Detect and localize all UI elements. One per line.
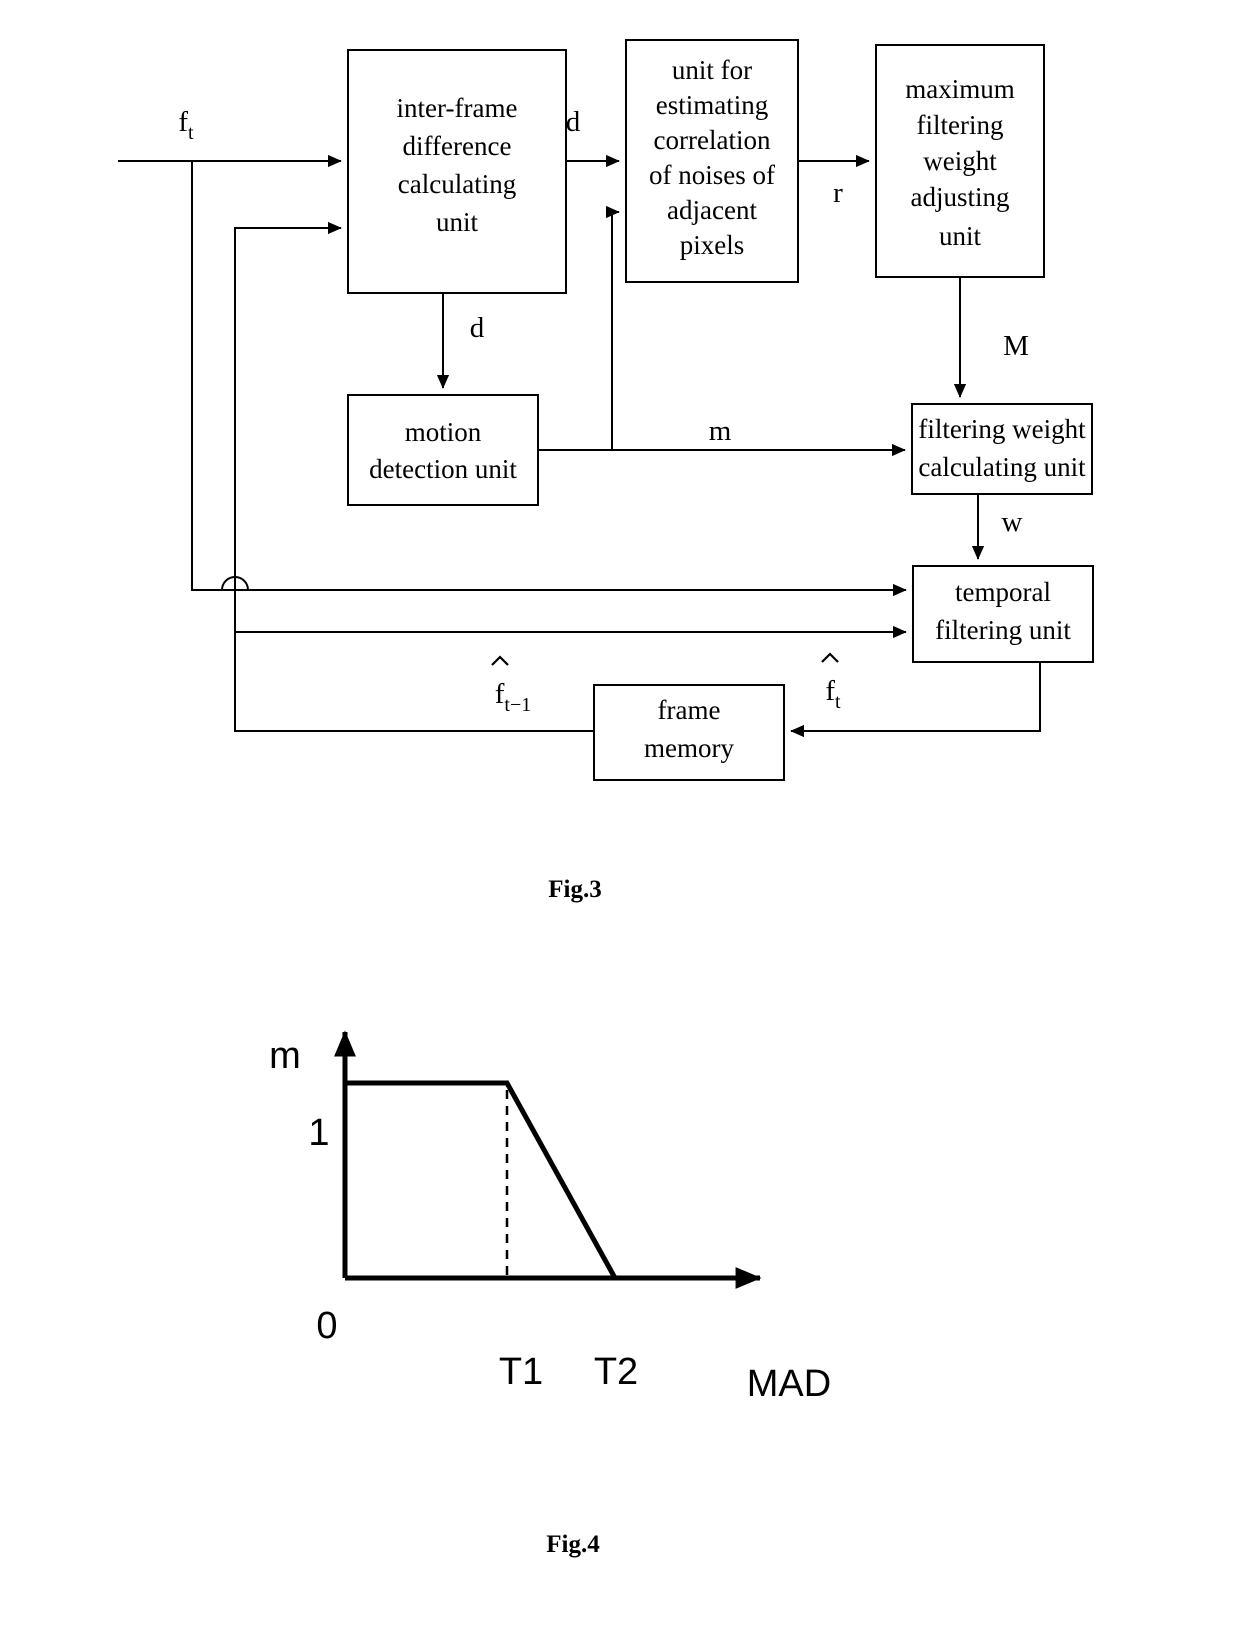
block-label-line: unit	[939, 221, 982, 251]
block-label-line: correlation	[654, 125, 771, 155]
figure-3-caption: Fig.3	[548, 876, 601, 903]
block-label-line: temporal	[955, 577, 1051, 607]
chart-origin-label: 0	[316, 1305, 337, 1347]
block-label-line: of noises of	[649, 160, 775, 190]
block-label-line: maximum	[905, 74, 1015, 104]
block-label-line: motion	[405, 417, 482, 447]
figure-4-caption: Fig.4	[546, 1531, 600, 1558]
patent-figure-canvas: inter-frame difference calculating unit …	[118, 39, 1094, 1558]
block-label-line: unit for	[672, 55, 752, 85]
block-label-line: pixels	[680, 230, 745, 260]
block-label-line: unit	[436, 207, 479, 237]
chart-xlabel: MAD	[747, 1363, 831, 1405]
block-label-line: detection unit	[369, 454, 517, 484]
chart-xtick-T1: T1	[499, 1351, 543, 1393]
block-label-line: filtering unit	[935, 615, 1071, 645]
signal-label-w: w	[1002, 506, 1023, 538]
signal-label-M: M	[1003, 330, 1029, 362]
signal-label-d-right: d	[566, 106, 581, 138]
block-label-line: frame	[658, 695, 721, 725]
block-label-line: filtering weight	[918, 414, 1086, 444]
chart-series-m	[345, 1080, 618, 1280]
figure-4: m 1 0 T1 T2 MAD Fig.4	[269, 1030, 831, 1558]
chart-ytick-1: 1	[308, 1112, 329, 1154]
signal-label-d-down: d	[470, 312, 485, 344]
figure-3: inter-frame difference calculating unit …	[118, 39, 1094, 903]
svg-text:ft: ft	[825, 675, 841, 713]
block-label-line: adjusting	[911, 182, 1010, 212]
chart-xtick-T2: T2	[594, 1351, 638, 1393]
block-label-line: weight	[923, 146, 997, 176]
signal-label-ft: ft	[178, 106, 194, 144]
block-label-line: difference	[403, 131, 512, 161]
block-label-line: estimating	[656, 90, 768, 120]
block-label-line: adjacent	[667, 195, 757, 225]
signal-label-fhat-t: ft	[821, 652, 841, 713]
block-label-line: filtering	[917, 110, 1004, 140]
block-label-line: memory	[644, 733, 734, 763]
block-label-line: calculating	[398, 169, 516, 199]
chart-ylabel: m	[269, 1035, 301, 1077]
svg-text:ft−1: ft−1	[495, 678, 532, 716]
block-motion-detection-unit[interactable]	[347, 394, 539, 506]
signal-label-m: m	[709, 415, 732, 447]
block-label-line: calculating unit	[918, 452, 1086, 482]
signal-label-r: r	[833, 177, 843, 209]
wire-m-to-correlation-unit	[605, 205, 620, 450]
block-label-line: inter-frame	[397, 93, 518, 123]
signal-label-fhat-t-minus-1: ft−1	[491, 655, 532, 716]
